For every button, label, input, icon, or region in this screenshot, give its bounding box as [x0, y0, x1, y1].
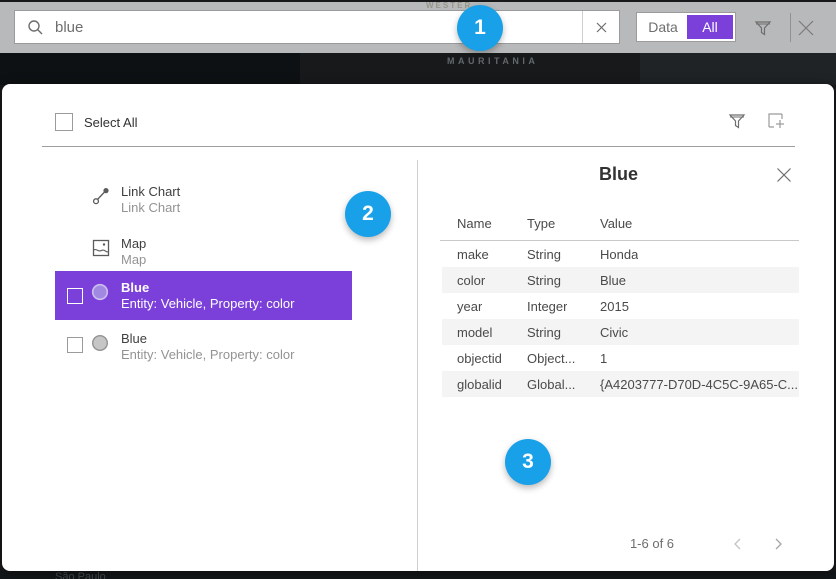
callout-badge-2: 2	[345, 191, 391, 237]
result-subtitle: Link Chart	[121, 200, 180, 215]
search-icon	[15, 19, 55, 36]
cell-value: Civic	[600, 325, 628, 340]
entity-circle-icon	[91, 334, 111, 354]
result-row-blue-selected[interactable]: Blue Entity: Vehicle, Property: color	[55, 271, 352, 320]
table-row: globalid Global... {A4203777-D70D-4C5C-9…	[442, 371, 799, 397]
cell-value: 2015	[600, 299, 629, 314]
table-row: color String Blue	[442, 267, 799, 293]
select-all-label: Select All	[84, 115, 137, 130]
column-header-value: Value	[600, 216, 632, 231]
map-label-city: São Paulo	[55, 571, 106, 579]
app-window: MAURITANIA São Paulo WESTER Data All Sel	[0, 0, 836, 579]
search-toolbar: WESTER Data All	[0, 2, 836, 53]
table-row: objectid Object... 1	[442, 345, 799, 371]
cell-type: String	[527, 273, 561, 288]
map-light-region	[640, 53, 836, 85]
cell-name: color	[457, 273, 485, 288]
row-checkbox[interactable]	[67, 337, 83, 353]
row-checkbox[interactable]	[67, 288, 83, 304]
header-divider	[42, 146, 795, 147]
result-subtitle: Map	[121, 252, 146, 267]
cell-value: 1	[600, 351, 607, 366]
table-row: model String Civic	[442, 319, 799, 345]
map-label-mauritania: MAURITANIA	[447, 56, 538, 66]
callout-badge-3: 3	[505, 439, 551, 485]
cell-name: year	[457, 299, 482, 314]
toolbar-divider	[790, 13, 791, 42]
cell-value: Blue	[600, 273, 626, 288]
result-title: Map	[121, 236, 146, 251]
table-row: year Integer 2015	[442, 293, 799, 319]
detail-close-icon[interactable]	[775, 166, 793, 184]
table-row: make String Honda	[442, 241, 799, 267]
cell-name: objectid	[457, 351, 502, 366]
map-bottom-strip	[0, 571, 836, 579]
cell-name: model	[457, 325, 492, 340]
column-header-name: Name	[457, 216, 492, 231]
callout-badge-1: 1	[457, 5, 503, 51]
results-filter-icon[interactable]	[727, 111, 747, 131]
link-chart-icon	[91, 186, 111, 206]
clear-x-icon	[595, 21, 608, 34]
result-title: Blue	[121, 331, 147, 346]
result-row-link-chart[interactable]: Link Chart Link Chart	[55, 178, 352, 222]
cell-type: Integer	[527, 299, 567, 314]
list-detail-divider	[417, 160, 418, 571]
close-search-icon[interactable]	[796, 18, 816, 38]
result-title: Blue	[121, 280, 149, 295]
cell-type: String	[527, 325, 561, 340]
table-header: Name Type Value	[440, 216, 799, 238]
cell-type: Object...	[527, 351, 575, 366]
scope-option-data[interactable]: Data	[637, 13, 689, 41]
result-title: Link Chart	[121, 184, 180, 199]
select-all-checkbox[interactable]	[55, 113, 73, 131]
cell-type: Global...	[527, 377, 575, 392]
add-to-selection-icon[interactable]	[766, 111, 788, 131]
cell-value: Honda	[600, 247, 638, 262]
search-scope-toggle: Data All	[636, 12, 736, 42]
scope-option-all[interactable]: All	[687, 15, 733, 39]
search-results-panel: Select All Link Chart Link Chart Map Map	[2, 84, 834, 571]
cell-name: make	[457, 247, 489, 262]
cell-value: {A4203777-D70D-4C5C-9A65-C...	[600, 377, 798, 392]
result-row-map[interactable]: Map Map	[55, 230, 352, 274]
entity-circle-icon	[91, 283, 111, 303]
pagination-prev-icon[interactable]	[730, 536, 746, 552]
column-header-type: Type	[527, 216, 555, 231]
pagination-label: 1-6 of 6	[587, 536, 717, 551]
cell-name: globalid	[457, 377, 502, 392]
detail-title: Blue	[440, 164, 797, 185]
cell-type: String	[527, 247, 561, 262]
map-icon	[91, 238, 111, 258]
pagination-next-icon[interactable]	[770, 536, 786, 552]
map-dark-region	[0, 53, 300, 85]
result-subtitle: Entity: Vehicle, Property: color	[121, 347, 294, 362]
search-clear-button[interactable]	[582, 11, 619, 43]
result-subtitle: Entity: Vehicle, Property: color	[121, 296, 294, 311]
result-row-blue[interactable]: Blue Entity: Vehicle, Property: color	[55, 325, 352, 369]
filter-icon[interactable]	[753, 18, 773, 38]
search-box	[14, 10, 620, 44]
